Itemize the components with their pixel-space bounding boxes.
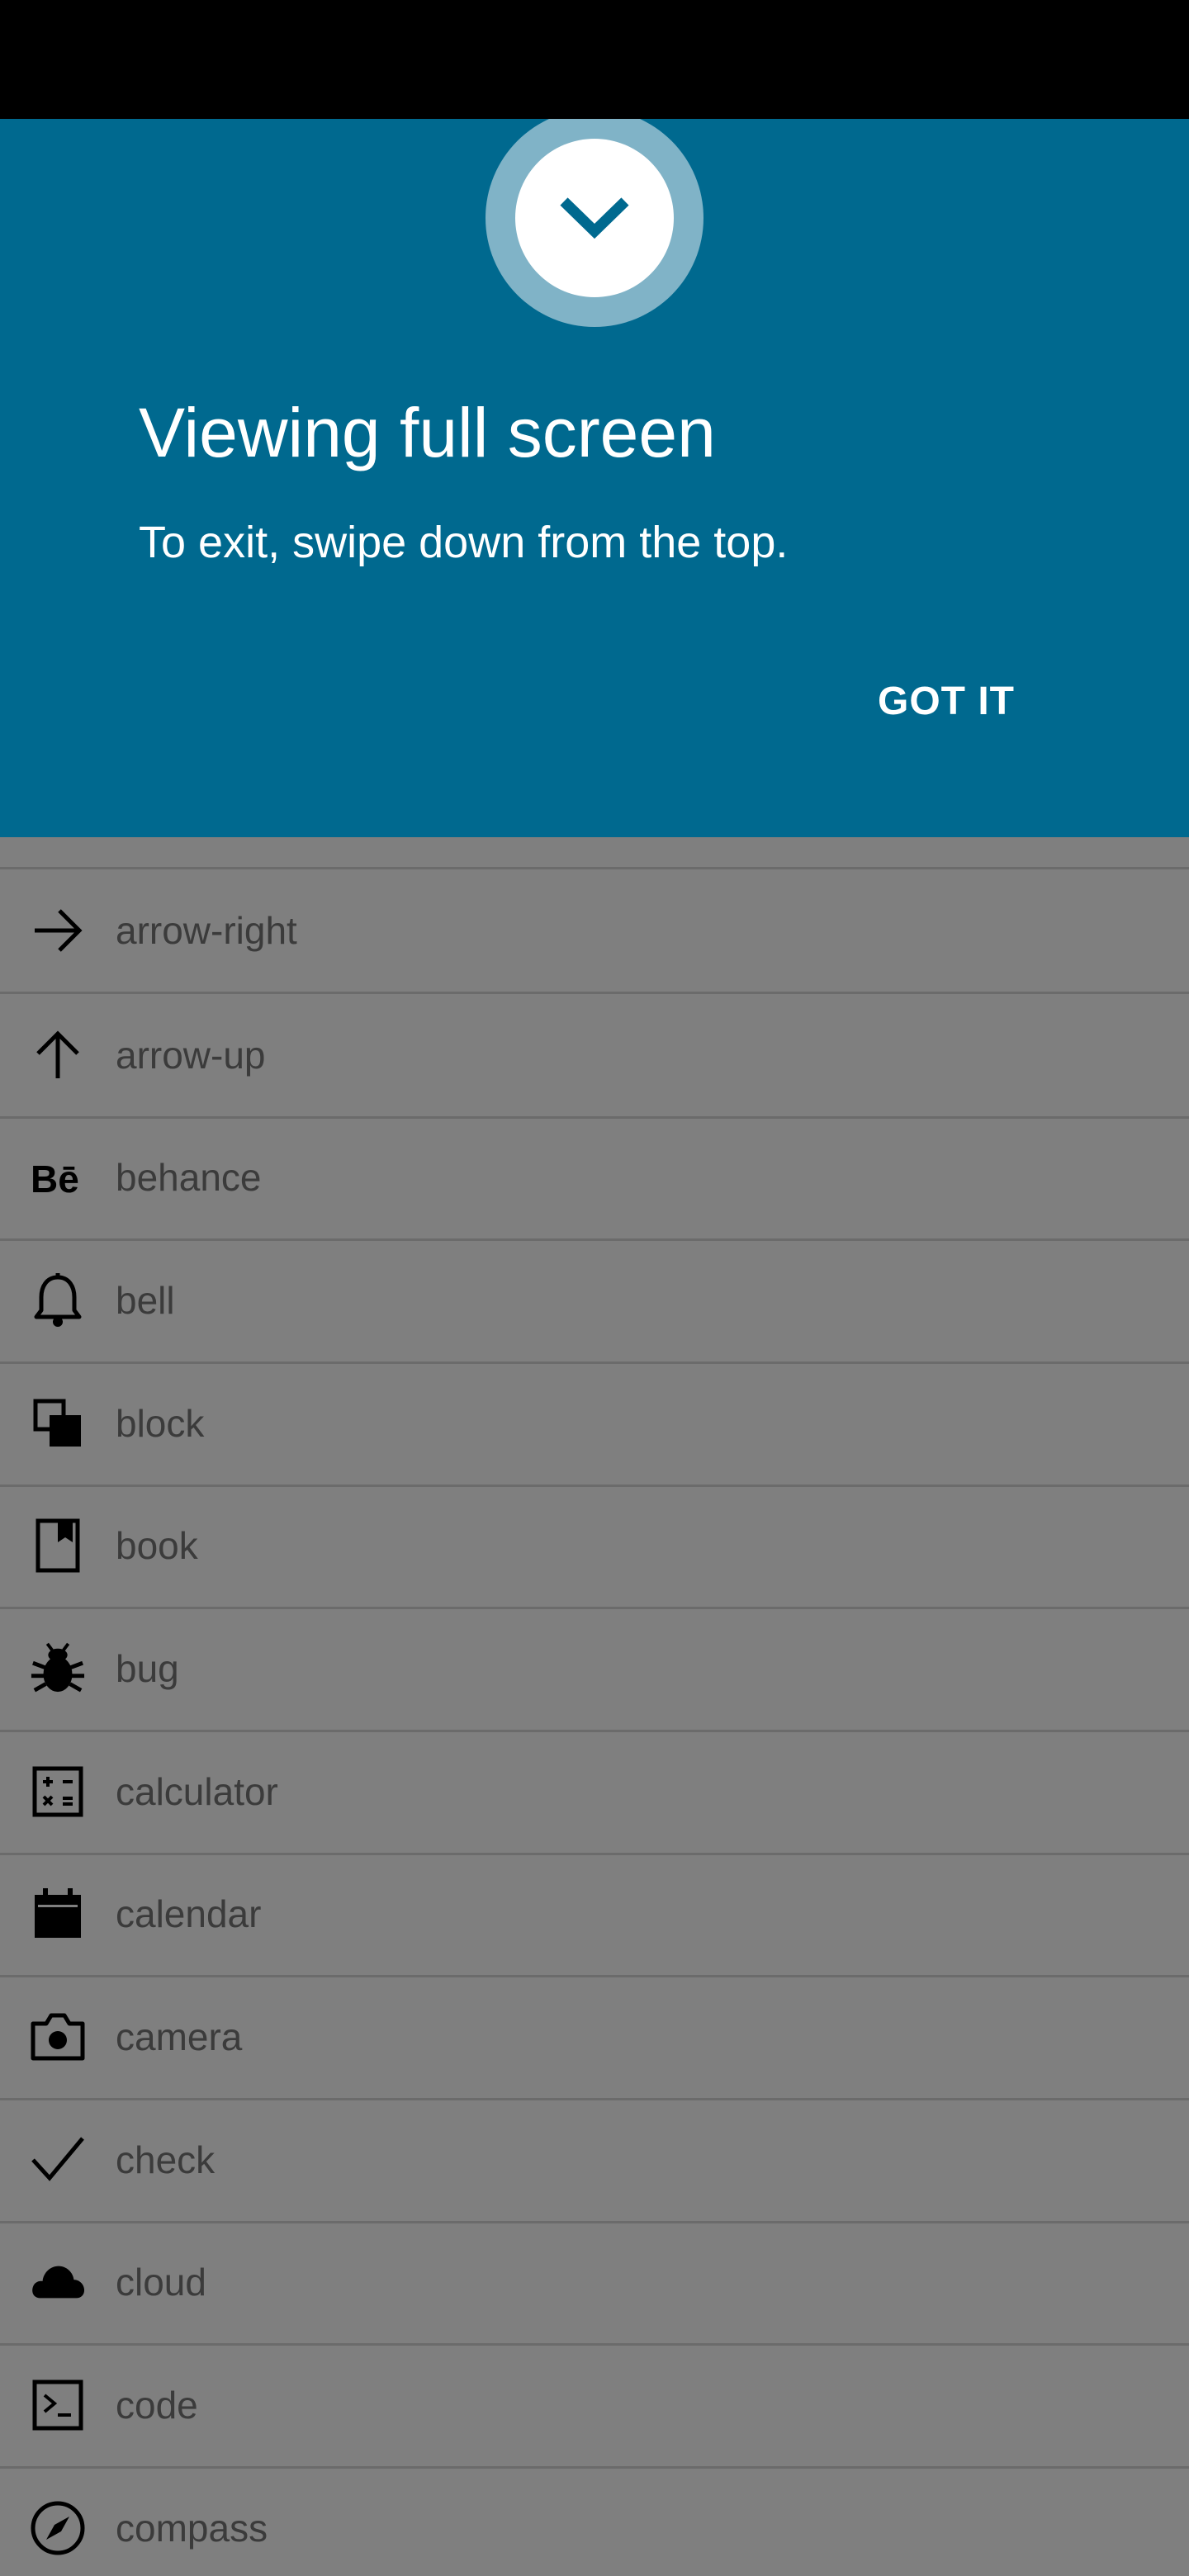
list-item[interactable]: cloud: [0, 2221, 1189, 2346]
list-item-label: calendar: [116, 1892, 262, 1935]
code-icon: [30, 2377, 86, 2433]
list-item-label: cloud: [116, 2261, 206, 2304]
list-item[interactable]: bell: [0, 1239, 1189, 1364]
block-icon: [30, 1395, 86, 1451]
list-item[interactable]: arrow-right: [0, 869, 1189, 994]
list-item[interactable]: code: [0, 2344, 1189, 2469]
calculator-icon: [30, 1764, 86, 1820]
behance-icon: Bē: [30, 1149, 86, 1205]
list-item[interactable]: calculator: [0, 1731, 1189, 1855]
list-item[interactable]: arrow-up: [0, 994, 1189, 1119]
list-item-label: camera: [116, 2015, 243, 2058]
list-item-label: arrow-up: [116, 1034, 266, 1077]
list-item-label: bug: [116, 1647, 179, 1690]
got-it-button[interactable]: GOT IT: [859, 656, 1034, 746]
swipe-indicator: [486, 119, 703, 327]
list-item-label: calculator: [116, 1770, 278, 1813]
fullscreen-notice-banner: Viewing full screen To exit, swipe down …: [0, 119, 1189, 837]
list-item[interactable]: check: [0, 2099, 1189, 2223]
list-item-label: book: [116, 1524, 198, 1567]
list-item[interactable]: Bē behance: [0, 1116, 1189, 1241]
svg-text:Bē: Bē: [31, 1158, 79, 1197]
book-icon: [30, 1518, 86, 1574]
cloud-icon: [30, 2254, 86, 2310]
chevron-circle: [515, 139, 674, 297]
list-item[interactable]: bug: [0, 1608, 1189, 1732]
camera-icon: [30, 2009, 86, 2065]
chevron-down-icon: [557, 193, 632, 243]
list-item-label: check: [116, 2138, 216, 2181]
arrow-right-icon: [30, 902, 86, 959]
list-item-label: code: [116, 2384, 198, 2427]
list-item[interactable]: compass: [0, 2467, 1189, 2576]
banner-message: To exit, swipe down from the top.: [139, 518, 789, 567]
list-item[interactable]: block: [0, 1362, 1189, 1487]
list-item[interactable]: calendar: [0, 1853, 1189, 1977]
status-bar: [0, 0, 1189, 119]
list-item-label: bell: [116, 1279, 175, 1322]
list-item[interactable]: book: [0, 1485, 1189, 1609]
check-icon: [30, 2132, 86, 2188]
bug-icon: [30, 1641, 86, 1697]
banner-title: Viewing full screen: [139, 394, 716, 471]
icon-list: arrow-right arrow-up Bē behance bell blo…: [0, 837, 1189, 2576]
calendar-icon: [30, 1886, 86, 1942]
list-item-label: compass: [116, 2507, 268, 2550]
compass-icon: [30, 2500, 86, 2556]
list-item[interactable]: camera: [0, 1976, 1189, 2100]
list-item-label: block: [116, 1402, 205, 1445]
list-item-label: behance: [116, 1156, 262, 1199]
list-item-label: arrow-right: [116, 909, 297, 952]
arrow-up-icon: [30, 1027, 86, 1083]
bell-icon: [30, 1272, 86, 1328]
